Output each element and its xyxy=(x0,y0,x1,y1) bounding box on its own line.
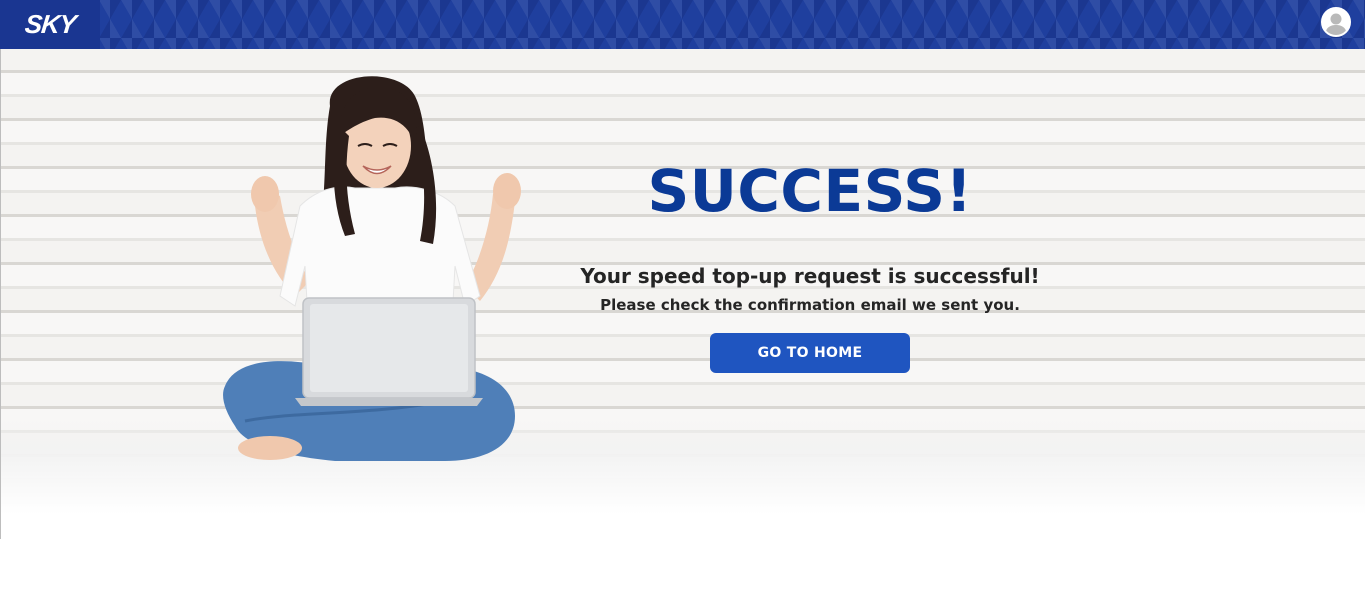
go-to-home-button[interactable]: GO TO HOME xyxy=(710,333,910,373)
success-content: SUCCESS! Your speed top-up request is su… xyxy=(560,155,1060,373)
success-subtitle: Your speed top-up request is successful! xyxy=(580,264,1040,288)
logo-text: SKY xyxy=(23,9,77,39)
sky-logo[interactable]: SKY xyxy=(0,0,100,49)
top-header: SKY xyxy=(0,0,1365,49)
floor-fade xyxy=(1,419,1365,539)
user-avatar-icon[interactable] xyxy=(1321,7,1351,37)
confirmation-note: Please check the confirmation email we s… xyxy=(600,296,1020,314)
person-silhouette-icon xyxy=(1323,9,1349,35)
woman-with-laptop-illustration xyxy=(223,76,521,461)
success-title: SUCCESS! xyxy=(647,157,973,225)
